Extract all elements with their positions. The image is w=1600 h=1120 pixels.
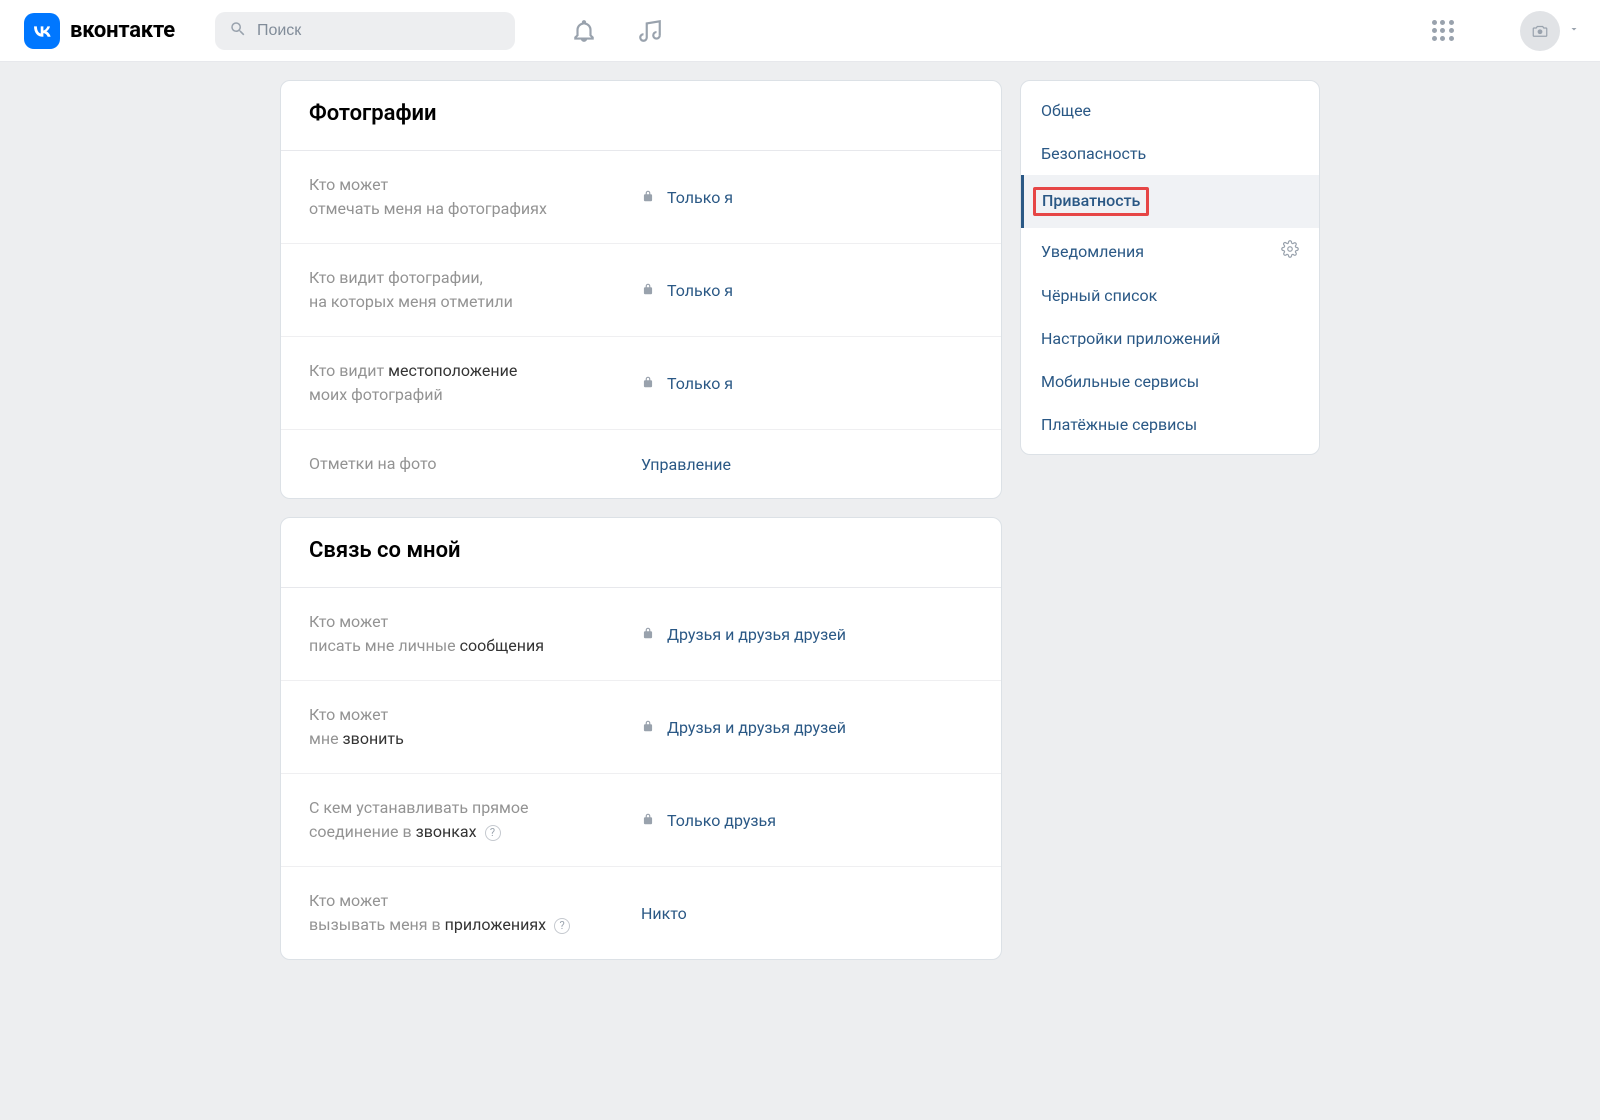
setting-row-calls: Кто может мне звонить Друзья и друзья др… (281, 681, 1001, 774)
row-label: Кто может отмечать меня на фотографиях (309, 173, 641, 221)
sidebar-item-label: Приватность (1033, 187, 1149, 216)
lock-icon (641, 188, 655, 207)
sidebar-item-security[interactable]: Безопасность (1021, 132, 1319, 175)
setting-row-private-messages: Кто может писать мне личные сообщения Др… (281, 588, 1001, 681)
profile-menu[interactable] (1520, 11, 1580, 51)
lock-icon (641, 718, 655, 737)
sidebar-item-notifications[interactable]: Уведомления (1021, 228, 1319, 274)
sidebar-item-general[interactable]: Общее (1021, 89, 1319, 132)
header: вконтакте (0, 0, 1600, 62)
row-value[interactable]: Никто (641, 904, 687, 923)
row-label: Кто видит местоположение моих фотографий (309, 359, 641, 407)
sidebar-item-label: Настройки приложений (1041, 329, 1220, 348)
row-value[interactable]: Только друзья (641, 811, 776, 830)
section-title: Фотографии (281, 81, 1001, 151)
row-label: Кто видит фотографии, на которых меня от… (309, 266, 641, 314)
setting-row-photo-tagging: Кто может отмечать меня на фотографиях Т… (281, 151, 1001, 244)
lock-icon (641, 811, 655, 830)
lock-icon (641, 625, 655, 644)
row-label: Кто может мне звонить (309, 703, 641, 751)
gear-icon[interactable] (1281, 240, 1299, 262)
contact-section: Связь со мной Кто может писать мне личны… (280, 517, 1002, 960)
row-label: Отметки на фото (309, 452, 641, 476)
sidebar-item-payments[interactable]: Платёжные сервисы (1021, 403, 1319, 446)
help-icon[interactable]: ? (554, 918, 570, 934)
row-value[interactable]: Только я (641, 188, 733, 207)
row-value[interactable]: Только я (641, 281, 733, 300)
sidebar-item-privacy[interactable]: Приватность (1021, 175, 1319, 228)
setting-row-direct-connection: С кем устанавливать прямое соединение в … (281, 774, 1001, 867)
music-icon[interactable] (637, 18, 663, 44)
chevron-down-icon (1568, 23, 1580, 39)
setting-row-app-calls: Кто может вызывать меня в приложениях ? … (281, 867, 1001, 959)
apps-menu-icon[interactable] (1432, 20, 1454, 42)
row-value[interactable]: Друзья и друзья друзей (641, 718, 846, 737)
sidebar-item-label: Безопасность (1041, 144, 1146, 163)
sidebar-item-label: Чёрный список (1041, 286, 1157, 305)
search-box[interactable] (215, 12, 515, 50)
lock-icon (641, 281, 655, 300)
sidebar-item-app-settings[interactable]: Настройки приложений (1021, 317, 1319, 360)
row-value[interactable]: Управление (641, 455, 731, 474)
sidebar-item-mobile[interactable]: Мобильные сервисы (1021, 360, 1319, 403)
avatar (1520, 11, 1560, 51)
lock-icon (641, 374, 655, 393)
row-value[interactable]: Только я (641, 374, 733, 393)
setting-row-photo-tags-manage: Отметки на фото Управление (281, 430, 1001, 498)
section-title: Связь со мной (281, 518, 1001, 588)
row-value[interactable]: Друзья и друзья друзей (641, 625, 846, 644)
photos-section: Фотографии Кто может отмечать меня на фо… (280, 80, 1002, 499)
row-label: Кто может вызывать меня в приложениях ? (309, 889, 641, 937)
sidebar-item-label: Мобильные сервисы (1041, 372, 1199, 391)
sidebar-item-label: Платёжные сервисы (1041, 415, 1197, 434)
row-label: Кто может писать мне личные сообщения (309, 610, 641, 658)
search-input[interactable] (257, 22, 501, 40)
sidebar-item-blacklist[interactable]: Чёрный список (1021, 274, 1319, 317)
search-icon (229, 20, 247, 42)
brand-link[interactable]: вконтакте (24, 13, 175, 49)
help-icon[interactable]: ? (485, 825, 501, 841)
notifications-icon[interactable] (571, 18, 597, 44)
settings-sidebar: Общее Безопасность Приватность Уведомлен… (1020, 80, 1320, 455)
setting-row-photo-visibility: Кто видит фотографии, на которых меня от… (281, 244, 1001, 337)
vk-logo-icon (24, 13, 60, 49)
sidebar-item-label: Уведомления (1041, 242, 1144, 261)
brand-text: вконтакте (70, 18, 175, 43)
setting-row-photo-location: Кто видит местоположение моих фотографий… (281, 337, 1001, 430)
sidebar-item-label: Общее (1041, 101, 1091, 120)
row-label: С кем устанавливать прямое соединение в … (309, 796, 641, 844)
